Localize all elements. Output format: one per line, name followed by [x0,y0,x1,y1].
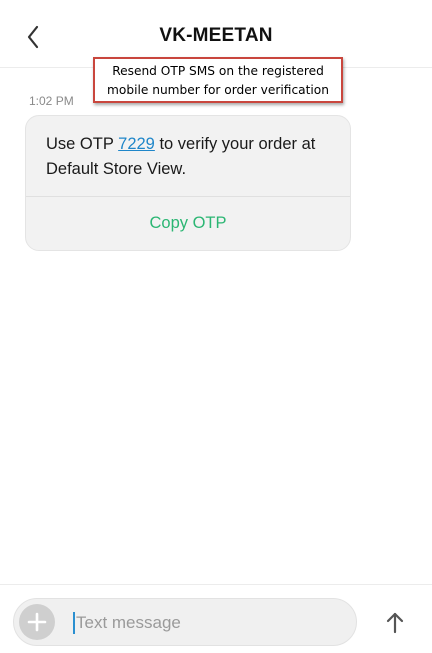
plus-icon[interactable] [19,604,55,640]
message-text-prefix: Use OTP [46,135,119,153]
message-bubble: Use OTP 7229 to verify your order at Def… [25,115,351,251]
copy-otp-button[interactable]: Copy OTP [26,196,350,250]
otp-code-link[interactable]: 7229 [118,135,155,153]
message-text: Use OTP 7229 to verify your order at Def… [46,132,341,182]
message-timestamp: 1:02 PM [29,94,74,108]
message-input[interactable] [76,606,346,640]
text-cursor [73,612,75,634]
contact-title: VK-MEETAN [159,25,273,46]
annotation-callout: Resend OTP SMS on the registered mobile … [93,57,343,103]
composer-input-container [13,598,357,646]
callout-line-2: mobile number for order verification [107,83,329,97]
callout-line-1: Resend OTP SMS on the registered [112,64,324,78]
arrow-up-icon[interactable] [380,608,410,638]
composer-bar [0,584,432,653]
